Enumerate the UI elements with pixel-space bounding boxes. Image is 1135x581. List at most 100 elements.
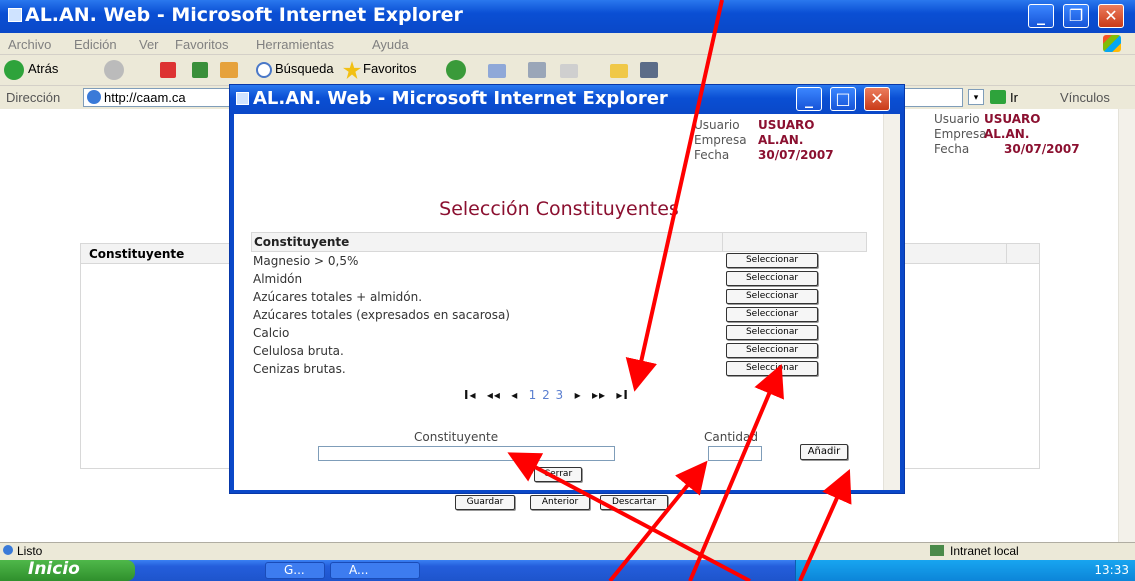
back-button[interactable]: Atrás <box>28 61 58 76</box>
search-button[interactable]: Búsqueda <box>275 61 334 76</box>
popup-titlebar[interactable]: AL.AN. Web - Microsoft Internet Explorer… <box>230 85 904 114</box>
windows-logo-icon <box>1103 35 1121 52</box>
close-button[interactable]: ✕ <box>1098 4 1124 28</box>
date-value: 30/07/2007 <box>1004 142 1080 156</box>
window-titlebar[interactable]: AL.AN. Web - Microsoft Internet Explorer… <box>0 0 1135 33</box>
search-icon[interactable] <box>256 62 272 78</box>
status-bar: Listo Intranet local <box>0 542 1135 560</box>
popup-table-divider <box>722 233 723 251</box>
last-page-button[interactable]: ▸I <box>616 388 629 402</box>
constituent-input[interactable] <box>318 446 615 461</box>
popup-scrollbar[interactable] <box>883 114 900 490</box>
star-icon[interactable] <box>343 61 361 79</box>
select-button[interactable]: Seleccionar <box>726 325 818 340</box>
back-arrow-icon[interactable] <box>4 60 24 80</box>
row-label: Celulosa bruta. <box>253 344 344 358</box>
row-label: Cenizas brutas. <box>253 362 346 376</box>
prev-page-button[interactable]: ◂ <box>511 388 518 402</box>
close-popup-button[interactable]: Cerrar <box>534 467 582 482</box>
row-label: Almidón <box>253 272 303 286</box>
research-icon[interactable] <box>640 62 658 78</box>
company-label: Empresa <box>934 127 987 141</box>
previous-button[interactable]: Anterior <box>530 495 590 510</box>
restore-button[interactable]: ❐ <box>1063 4 1089 28</box>
history-icon[interactable] <box>446 60 466 80</box>
date-label: Fecha <box>934 142 970 156</box>
select-button[interactable]: Seleccionar <box>726 343 818 358</box>
stop-icon[interactable] <box>160 62 176 78</box>
popup-company-value: AL.AN. <box>758 133 804 147</box>
menu-edicion[interactable]: Edición <box>74 37 117 52</box>
pagination: I◂ ◂◂ ◂ 1 2 3 ▸ ▸▸ ▸I <box>464 388 629 402</box>
print-icon[interactable] <box>528 62 546 78</box>
select-button[interactable]: Seleccionar <box>726 289 818 304</box>
user-value: USUARO <box>984 112 1041 126</box>
menu-herramientas[interactable]: Herramientas <box>256 37 334 52</box>
go-button[interactable]: Ir <box>1010 90 1018 105</box>
table-row: Azúcares totales + almidón. Seleccionar <box>251 288 867 306</box>
taskbar-item[interactable]: A... <box>330 562 420 579</box>
row-label: Azúcares totales + almidón. <box>253 290 423 304</box>
popup-maximize-button[interactable]: □ <box>830 87 856 111</box>
menu-favoritos[interactable]: Favoritos <box>175 37 228 52</box>
table-row: Cenizas brutas. Seleccionar <box>251 360 867 378</box>
row-label: Calcio <box>253 326 290 340</box>
select-button[interactable]: Seleccionar <box>726 271 818 286</box>
table-row: Calcio Seleccionar <box>251 324 867 342</box>
menu-ayuda[interactable]: Ayuda <box>372 37 409 52</box>
popup-close-button[interactable]: ✕ <box>864 87 890 111</box>
select-button[interactable]: Seleccionar <box>726 361 818 376</box>
next-pages-button[interactable]: ▸▸ <box>592 388 606 402</box>
first-page-button[interactable]: I◂ <box>464 388 477 402</box>
next-page-button[interactable]: ▸ <box>575 388 582 402</box>
popup-window: AL.AN. Web - Microsoft Internet Explorer… <box>229 84 905 494</box>
popup-body: Usuario USUARO Empresa AL.AN. Fecha 30/07/2… <box>234 114 900 490</box>
popup-table-header: Constituyente <box>251 232 867 252</box>
ie-icon <box>8 8 22 22</box>
refresh-icon[interactable] <box>192 62 208 78</box>
discard-button[interactable]: Descartar <box>600 495 668 510</box>
menu-ver[interactable]: Ver <box>139 37 159 52</box>
popup-ie-icon <box>236 92 249 105</box>
folder-icon[interactable] <box>610 64 628 78</box>
popup-user-info: Usuario USUARO Empresa AL.AN. Fecha 30/07/2… <box>694 118 834 163</box>
go-arrow-icon[interactable] <box>990 90 1006 104</box>
edit-icon[interactable] <box>560 64 578 78</box>
popup-table-header-label: Constituyente <box>254 235 350 249</box>
mail-icon[interactable] <box>488 64 506 78</box>
user-info: Usuario USUARO EmpresaAL.AN. Fecha 30/07/2… <box>934 112 1080 157</box>
start-label: Inicio <box>28 559 80 579</box>
forward-arrow-icon[interactable] <box>104 60 124 80</box>
start-button[interactable]: Inicio <box>0 559 135 581</box>
row-label: Azúcares totales (expresados en sacarosa… <box>253 308 510 322</box>
status-text: Listo <box>17 544 43 558</box>
popup-user-value: USUARO <box>758 118 815 132</box>
company-value: AL.AN. <box>984 127 1030 141</box>
save-button[interactable]: Guardar <box>455 495 515 510</box>
popup-heading: Selección Constituyentes <box>439 198 679 220</box>
popup-minimize-button[interactable]: _ <box>796 87 822 111</box>
select-button[interactable]: Seleccionar <box>726 307 818 322</box>
address-url: http://caam.ca <box>104 90 186 105</box>
links-label[interactable]: Vínculos <box>1060 90 1110 105</box>
page-scrollbar[interactable] <box>1118 109 1135 542</box>
page-numbers[interactable]: 1 2 3 <box>529 388 565 402</box>
table-divider <box>1006 244 1007 263</box>
add-button[interactable]: Añadir <box>800 444 848 460</box>
row-label: Magnesio > 0,5% <box>253 254 359 268</box>
address-label: Dirección <box>6 90 61 105</box>
minimize-button[interactable]: _ <box>1028 4 1054 28</box>
window-title: AL.AN. Web - Microsoft Internet Explorer <box>25 4 463 26</box>
home-icon[interactable] <box>220 62 238 78</box>
prev-pages-button[interactable]: ◂◂ <box>487 388 501 402</box>
favorites-button[interactable]: Favoritos <box>363 61 416 76</box>
select-button[interactable]: Seleccionar <box>726 253 818 268</box>
page-icon <box>87 90 101 104</box>
address-dropdown-icon[interactable]: ▾ <box>968 89 984 105</box>
menu-archivo[interactable]: Archivo <box>8 37 51 52</box>
taskbar-item[interactable]: G... <box>265 562 325 579</box>
quantity-input[interactable] <box>708 446 762 461</box>
taskbar: Inicio G... A... 13:33 <box>0 559 1135 581</box>
popup-title: AL.AN. Web - Microsoft Internet Explorer <box>253 88 668 109</box>
system-tray: 13:33 <box>795 560 1135 581</box>
